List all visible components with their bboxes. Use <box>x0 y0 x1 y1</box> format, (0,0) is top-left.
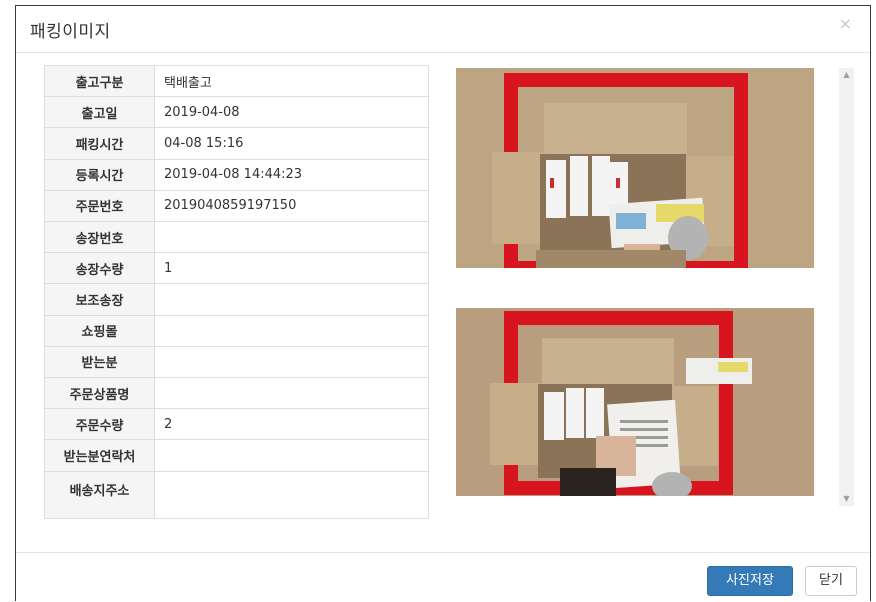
photo-gallery <box>456 68 814 500</box>
packing-photo-1[interactable] <box>456 68 814 268</box>
info-row-value <box>154 314 429 347</box>
info-row-value <box>154 221 429 254</box>
info-row: 출고구분 택배출고 <box>44 64 429 98</box>
close-icon[interactable]: × <box>839 14 852 33</box>
info-row-value <box>154 470 429 520</box>
info-row-value: 택배출고 <box>154 64 429 98</box>
info-row-value: 2019040859197150 <box>154 189 429 223</box>
info-row-label: 쇼핑몰 <box>44 314 155 347</box>
info-row: 받는분연락처 <box>44 439 429 472</box>
info-row-label: 배송지주소 <box>44 470 155 520</box>
info-row-label: 받는분 <box>44 345 155 379</box>
info-row-label: 패킹시간 <box>44 127 155 160</box>
info-row: 주문수량 2 <box>44 408 429 441</box>
info-row: 주문상품명 <box>44 377 429 410</box>
info-row-label: 보조송장 <box>44 283 155 316</box>
info-row: 등록시간 2019-04-08 14:44:23 <box>44 158 429 191</box>
packing-image-modal: 패킹이미지 × 출고구분 택배출고 출고일 2019-04-08 패킹시간 04-08 1… <box>15 5 871 601</box>
info-row: 배송지주소 <box>44 470 429 520</box>
info-row-value: 2 <box>154 408 429 441</box>
info-row-value: 1 <box>154 252 429 285</box>
scrollbar-thumb[interactable] <box>841 86 852 466</box>
packing-info-table: 출고구분 택배출고 출고일 2019-04-08 패킹시간 04-08 15:16 등록시간… <box>44 64 429 520</box>
close-button[interactable]: 닫기 <box>805 566 857 596</box>
info-row-label: 출고구분 <box>44 64 155 98</box>
info-row: 쇼핑몰 <box>44 314 429 347</box>
info-row-value: 2019-04-08 14:44:23 <box>154 158 429 191</box>
modal-footer: 사진저장 닫기 <box>16 552 870 602</box>
info-row-value <box>154 439 429 472</box>
info-row-label: 출고일 <box>44 96 155 129</box>
info-row: 주문번호 2019040859197150 <box>44 189 429 223</box>
info-row-label: 주문번호 <box>44 189 155 223</box>
info-row-label: 송장수량 <box>44 252 155 285</box>
scroll-up-arrow-icon[interactable]: ▲ <box>839 68 854 82</box>
info-row-label: 송장번호 <box>44 221 155 254</box>
page-backdrop: 패킹이미지 × 출고구분 택배출고 출고일 2019-04-08 패킹시간 04-08 1… <box>0 0 876 601</box>
photo-scrollbar[interactable]: ▲ ▼ <box>839 68 854 506</box>
save-photo-button[interactable]: 사진저장 <box>707 566 793 596</box>
info-row-label: 주문상품명 <box>44 377 155 410</box>
info-row: 송장번호 <box>44 221 429 254</box>
modal-title: 패킹이미지 <box>30 22 111 42</box>
info-row-value <box>154 377 429 410</box>
packing-photo-1-image <box>456 68 814 268</box>
info-row-label: 등록시간 <box>44 158 155 191</box>
info-row-value <box>154 345 429 379</box>
info-row-label: 주문수량 <box>44 408 155 441</box>
info-row-value: 04-08 15:16 <box>154 127 429 160</box>
packing-photo-2-image <box>456 308 814 496</box>
info-row-value: 2019-04-08 <box>154 96 429 129</box>
scroll-down-arrow-icon[interactable]: ▼ <box>839 492 854 506</box>
info-row-value <box>154 283 429 316</box>
info-row: 출고일 2019-04-08 <box>44 96 429 129</box>
modal-header: 패킹이미지 × <box>16 6 870 53</box>
packing-photo-2[interactable] <box>456 308 814 496</box>
info-row: 받는분 <box>44 345 429 379</box>
info-row: 보조송장 <box>44 283 429 316</box>
info-row: 송장수량 1 <box>44 252 429 285</box>
info-row: 패킹시간 04-08 15:16 <box>44 127 429 160</box>
info-row-label: 받는분연락처 <box>44 439 155 472</box>
